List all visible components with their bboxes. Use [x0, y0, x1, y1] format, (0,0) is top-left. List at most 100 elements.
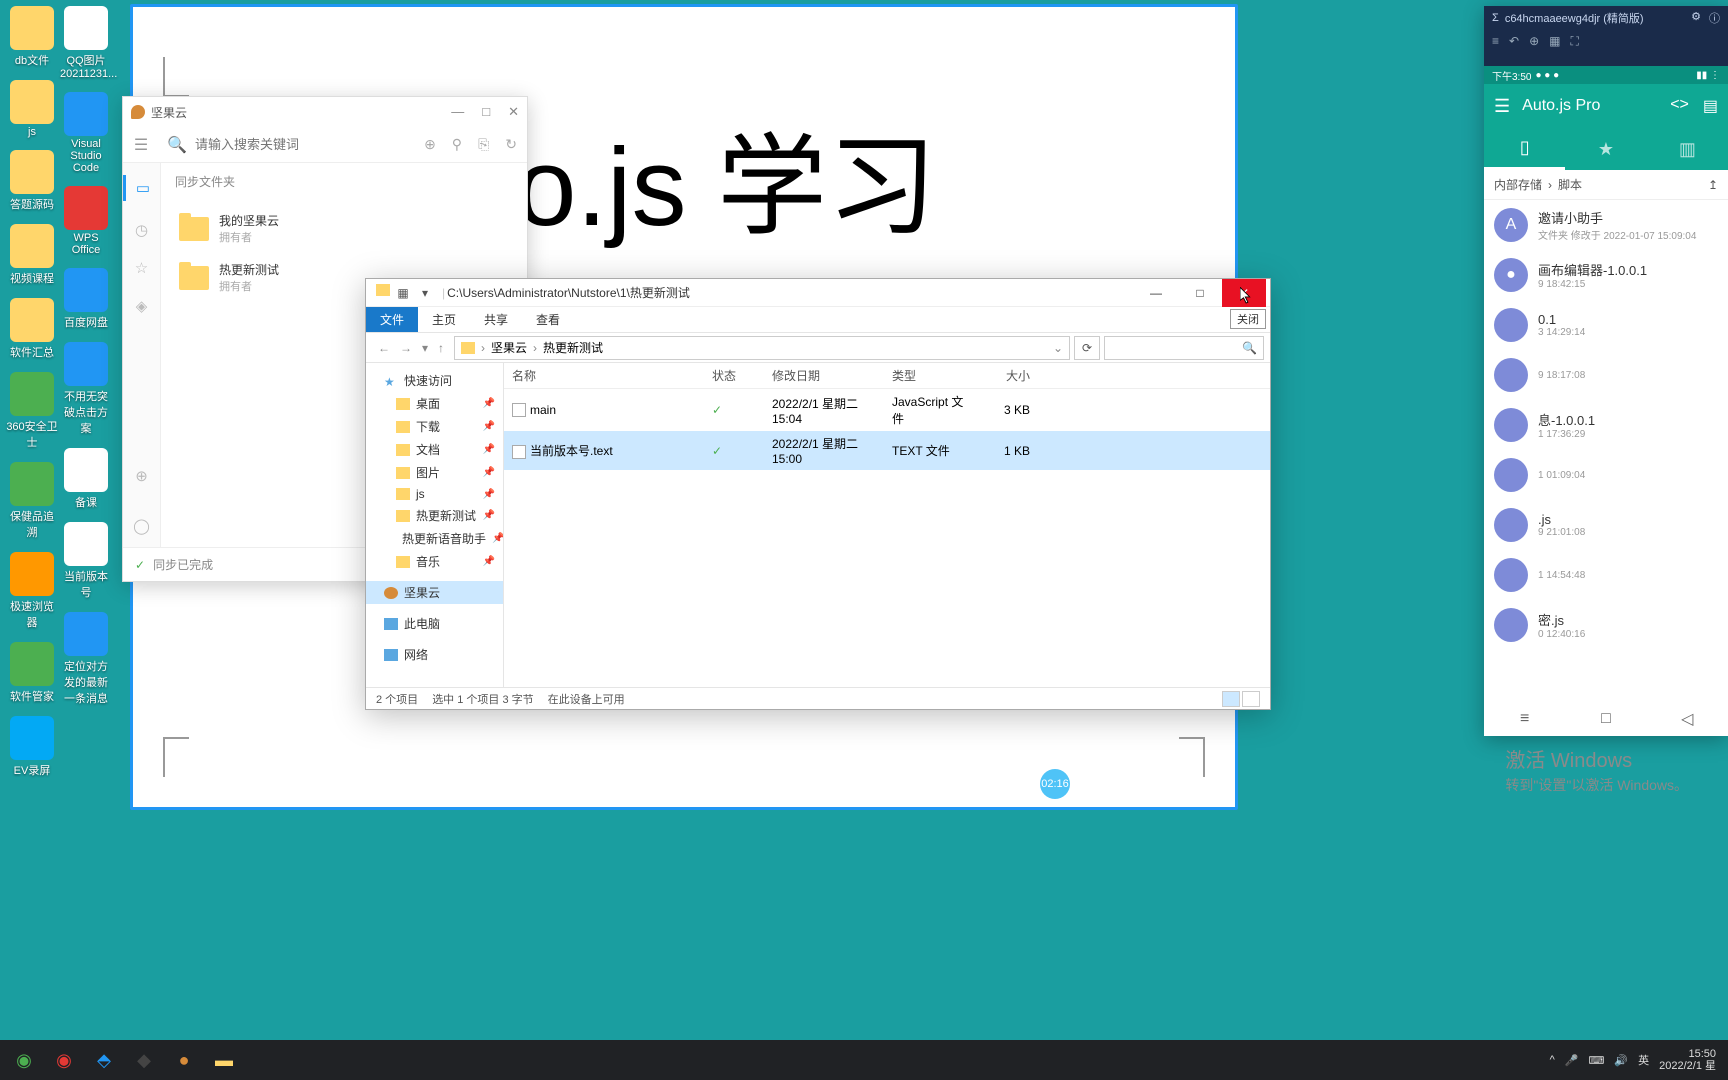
forward-button[interactable]: → — [400, 341, 412, 355]
crumb-root[interactable]: 坚果云 — [491, 339, 527, 356]
desktop-icon[interactable]: 软件汇总 — [6, 298, 58, 360]
col-date[interactable]: 修改日期 — [764, 363, 884, 388]
tab-files[interactable]: ▯ — [1484, 128, 1565, 170]
search-input[interactable] — [195, 137, 424, 152]
sidebar-star-icon[interactable]: ☆ — [135, 259, 148, 277]
desktop-icon[interactable]: 百度网盘 — [60, 268, 112, 330]
desktop-icon[interactable]: 360安全卫士 — [6, 372, 58, 450]
desktop-icon[interactable]: 不用无突破点击方案 — [60, 342, 112, 436]
script-item[interactable]: ●画布编辑器-1.0.0.1 9 18:42:15 — [1484, 250, 1728, 300]
tree-item[interactable]: 热更新语音助手📌 — [366, 527, 503, 550]
system-tray[interactable]: ^ 🎤 ⌨ 🔊 英 15:50 2022/2/1 星 — [1550, 1048, 1724, 1072]
taskbar-netease[interactable]: ◉ — [44, 1040, 84, 1080]
tree-network[interactable]: 网络 — [366, 643, 503, 666]
info-icon[interactable]: ⓘ — [1709, 10, 1720, 26]
sidebar-folder-icon[interactable]: ▭ — [123, 175, 160, 201]
menu-icon[interactable]: ☰ — [123, 135, 159, 155]
sidebar-tag-icon[interactable]: ◈ — [136, 297, 148, 315]
script-item[interactable]: 9 18:17:08 — [1484, 350, 1728, 400]
desktop-icon[interactable]: Visual Studio Code — [60, 92, 112, 174]
desktop-icon[interactable]: 定位对方发的最新一条消息 — [60, 612, 112, 706]
taskbar-nutstore[interactable]: ● — [164, 1040, 204, 1080]
dropdown-icon[interactable]: ▾ — [416, 284, 434, 302]
doc-icon[interactable]: ▤ — [1703, 96, 1718, 116]
col-name[interactable]: 名称 — [504, 363, 704, 388]
tree-quick-access[interactable]: ★快速访问 — [366, 369, 503, 392]
code-icon[interactable]: <> — [1670, 96, 1689, 116]
desktop-icon[interactable]: 备课 — [60, 448, 112, 510]
tab-home[interactable]: 主页 — [418, 307, 470, 332]
tray-ime[interactable]: 英 — [1638, 1052, 1649, 1068]
tree-item[interactable]: 下载📌 — [366, 415, 503, 438]
maximize-button[interactable]: □ — [482, 104, 490, 120]
jgy-titlebar[interactable]: 坚果云 — □ ✕ — [123, 97, 527, 127]
desktop-icon[interactable]: 当前版本号 — [60, 522, 112, 600]
desktop-icon[interactable]: db文件 — [6, 6, 58, 68]
taskbar-vscode[interactable]: ⬘ — [84, 1040, 124, 1080]
taskbar-explorer[interactable]: ▬ — [204, 1040, 244, 1080]
column-headers[interactable]: 名称 状态 修改日期 类型 大小 — [504, 363, 1270, 389]
tray-volume-icon[interactable]: 🔊 — [1614, 1054, 1628, 1067]
gear-icon[interactable]: ⚙ — [1691, 10, 1701, 26]
tree-item[interactable]: 文档📌 — [366, 438, 503, 461]
tree-item[interactable]: 音乐📌 — [366, 550, 503, 573]
sidebar-globe-icon[interactable]: ⊕ — [135, 467, 148, 485]
history-icon[interactable]: ↻ — [505, 136, 517, 153]
fullscreen-icon[interactable]: ⛶ — [1570, 34, 1578, 49]
tree-item[interactable]: 热更新测试📌 — [366, 504, 503, 527]
sidebar-recent-icon[interactable]: ◷ — [135, 221, 148, 239]
desktop-icon[interactable]: 保健品追溯 — [6, 462, 58, 540]
script-item[interactable]: 密.js 0 12:40:16 — [1484, 600, 1728, 650]
properties-icon[interactable]: ▦ — [394, 284, 412, 302]
up-icon[interactable]: ↥ — [1708, 178, 1718, 192]
search-box[interactable]: 🔍 — [1104, 336, 1264, 360]
desktop-icon[interactable]: 视频课程 — [6, 224, 58, 286]
list-icon[interactable]: ≡ — [1492, 34, 1499, 48]
tree-item[interactable]: js📌 — [366, 484, 503, 504]
refresh-button[interactable]: ⟳ — [1074, 336, 1100, 360]
desktop-icon[interactable]: 极速浏览器 — [6, 552, 58, 630]
file-row[interactable]: main✓2022/2/1 星期二 15:04JavaScript 文件3 KB — [504, 389, 1270, 431]
tab-store[interactable]: ▥ — [1647, 128, 1728, 170]
nav-home[interactable]: □ — [1565, 702, 1646, 736]
script-item[interactable]: 息-1.0.0.1 1 17:36:29 — [1484, 400, 1728, 450]
script-item[interactable]: 0.1 3 14:29:14 — [1484, 300, 1728, 350]
tab-share[interactable]: 共享 — [470, 307, 522, 332]
desktop-icon[interactable]: js — [6, 80, 58, 138]
tab-view[interactable]: 查看 — [522, 307, 574, 332]
tray-clock[interactable]: 15:50 2022/2/1 星 — [1659, 1048, 1716, 1072]
bc-root[interactable]: 内部存储 — [1494, 176, 1542, 193]
minimize-button[interactable]: — — [1134, 279, 1178, 307]
share-icon[interactable]: ⚲ — [452, 136, 462, 153]
back-button[interactable]: ← — [378, 341, 390, 355]
emu-titlebar[interactable]: Σ c64hcmaaeewg4djr (精简版) ⚙ⓘ — [1484, 6, 1728, 30]
menu-icon[interactable]: ☰ — [1494, 96, 1510, 117]
desktop-icon[interactable]: 答题源码 — [6, 150, 58, 212]
explorer-titlebar[interactable]: ▦ ▾ | C:\Users\Administrator\Nutstore\1\… — [366, 279, 1270, 307]
dropdown-icon[interactable]: ⌄ — [1053, 341, 1063, 355]
back-icon[interactable]: ↶ — [1509, 34, 1519, 48]
tab-file[interactable]: 文件 — [366, 307, 418, 332]
col-type[interactable]: 类型 — [884, 363, 978, 388]
sidebar-user-icon[interactable]: ◯ — [133, 517, 150, 535]
desktop-icon[interactable]: QQ图片20211231... — [60, 6, 112, 80]
add-icon[interactable]: ⊕ — [424, 136, 436, 153]
script-item[interactable]: .js 9 21:01:08 — [1484, 500, 1728, 550]
desktop-icon[interactable]: EV录屏 — [6, 716, 58, 778]
maximize-button[interactable]: □ — [1178, 279, 1222, 307]
tab-starred[interactable]: ★ — [1565, 128, 1646, 170]
up-button[interactable]: ↑ — [438, 341, 444, 355]
col-size[interactable]: 大小 — [978, 363, 1038, 388]
desktop-icon[interactable]: 软件管家 — [6, 642, 58, 704]
tray-chevron-icon[interactable]: ^ — [1550, 1054, 1555, 1066]
tree-item[interactable]: 桌面📌 — [366, 392, 503, 415]
tree-nutstore[interactable]: 坚果云 — [366, 581, 503, 604]
tray-keyboard-icon[interactable]: ⌨ — [1589, 1054, 1605, 1067]
script-item[interactable]: 1 14:54:48 — [1484, 550, 1728, 600]
script-item[interactable]: 1 01:09:04 — [1484, 450, 1728, 500]
copy-icon[interactable]: ⎘ — [478, 136, 489, 153]
desktop-icon[interactable]: WPS Office — [60, 186, 112, 256]
col-status[interactable]: 状态 — [704, 363, 764, 388]
view-icons-icon[interactable] — [1242, 691, 1260, 707]
close-button[interactable]: ✕ 关闭 — [1222, 279, 1266, 307]
